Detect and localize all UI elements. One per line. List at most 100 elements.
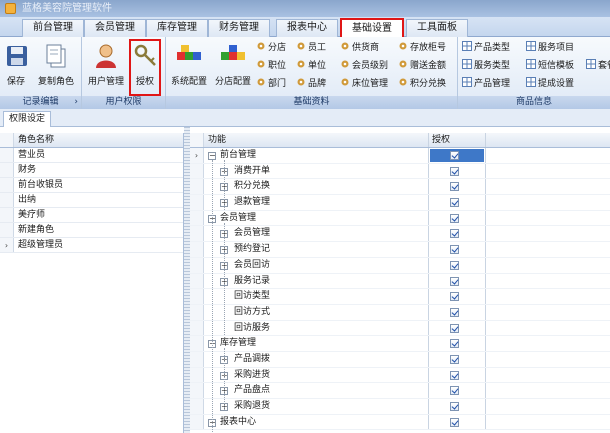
staff-button[interactable]: 员工: [296, 40, 326, 56]
roles-grid: 角色名称 营业员 财务 前台收银员 出纳 美疗师 新建角色 › 超级管理员: [0, 133, 184, 433]
commission-setting-button[interactable]: 提成设置: [526, 76, 574, 92]
grid-icon: [586, 59, 596, 69]
tab-basic-settings[interactable]: 基础设置: [340, 18, 404, 38]
grant-checkbox[interactable]: [450, 417, 459, 427]
grant-checkbox[interactable]: [450, 213, 459, 223]
unit-button[interactable]: 单位: [296, 58, 326, 74]
gear-icon: [399, 42, 407, 50]
grant-checkbox[interactable]: [450, 229, 459, 239]
tree-row[interactable]: 回访类型: [190, 289, 610, 305]
function-column-header[interactable]: 功能: [208, 133, 226, 148]
role-row[interactable]: 美疗师: [0, 208, 183, 223]
app-icon: [5, 3, 16, 14]
department-button[interactable]: 部门: [256, 76, 286, 92]
grant-checkbox[interactable]: [450, 276, 459, 286]
tab-member[interactable]: 会员管理: [84, 19, 146, 37]
role-row[interactable]: 财务: [0, 163, 183, 178]
ribbon-tab-strip: 前台管理 会员管理 库存管理 财务管理 报表中心 基础设置 工具面板: [0, 17, 610, 38]
tree-row[interactable]: › − 前台管理: [190, 148, 610, 164]
group-record-edit: 保存 复制角色 记录编辑 ›: [0, 37, 82, 109]
branch-config-button[interactable]: 分店配置: [212, 39, 254, 93]
tab-finance[interactable]: 财务管理: [208, 19, 270, 37]
grant-checkbox[interactable]: [450, 198, 459, 208]
grant-checkbox[interactable]: [450, 323, 459, 333]
grant-checkbox[interactable]: [450, 386, 459, 396]
tab-inventory[interactable]: 库存管理: [146, 19, 208, 37]
tab-reports[interactable]: 报表中心: [276, 19, 338, 37]
tree-row[interactable]: + 积分兑换: [190, 179, 610, 196]
tree-row[interactable]: + 预约登记: [190, 242, 610, 258]
user-management-button[interactable]: 用户管理: [84, 39, 128, 93]
tab-front-desk[interactable]: 前台管理: [22, 19, 84, 37]
role-row[interactable]: 新建角色: [0, 223, 183, 238]
branch-button[interactable]: 分店: [256, 40, 286, 56]
grant-column-header[interactable]: 授权: [432, 133, 450, 148]
grant-checkbox[interactable]: [450, 339, 459, 349]
role-row-selected[interactable]: › 超级管理员: [0, 238, 183, 253]
copy-role-button[interactable]: 复制角色: [33, 39, 79, 93]
product-type-button[interactable]: 产品类型: [462, 40, 510, 56]
system-config-button[interactable]: 系统配置: [168, 39, 210, 93]
tree-row[interactable]: − 库存管理: [190, 336, 610, 352]
service-type-button[interactable]: 服务类型: [462, 58, 510, 74]
tab-permission-settings[interactable]: 权限设定: [3, 111, 52, 127]
tree-row[interactable]: + 采购进货: [190, 367, 610, 384]
grant-checkbox[interactable]: [450, 292, 459, 302]
storage-cabinet-button[interactable]: 存放柜号: [398, 40, 446, 56]
member-level-button[interactable]: 会员级别: [340, 58, 388, 74]
collapse-icon[interactable]: −: [208, 152, 216, 160]
roles-grid-header: 角色名称: [0, 133, 183, 148]
grid-icon: [526, 77, 536, 87]
role-row[interactable]: 出纳: [0, 193, 183, 208]
save-button[interactable]: 保存: [3, 39, 29, 93]
grant-checkbox[interactable]: [450, 402, 459, 411]
grant-checkbox[interactable]: [450, 166, 459, 176]
gear-icon: [297, 78, 305, 86]
ribbon: 保存 复制角色 记录编辑 › 用户管理 授权 用户权限 系统配置 分店配置 分店…: [0, 37, 610, 109]
gift-amount-button[interactable]: 赠送金额: [398, 58, 446, 74]
tree-row[interactable]: 回访方式: [190, 304, 610, 321]
role-name-column-header[interactable]: 角色名称: [18, 133, 54, 148]
grant-checkbox[interactable]: [450, 370, 459, 380]
service-item-button[interactable]: 服务项目: [526, 40, 574, 56]
grant-checkbox[interactable]: [450, 307, 459, 317]
tree-row[interactable]: + 消费开单: [190, 163, 610, 180]
tree-row[interactable]: + 退款管理: [190, 195, 610, 211]
grant-checkbox[interactable]: [450, 151, 459, 160]
tree-row[interactable]: + 会员回访: [190, 257, 610, 274]
group-basic-data: 系统配置 分店配置 分店 员工 供货商 存放柜号 职位 单位 会员级别 赠送金额…: [166, 37, 458, 109]
tree-row[interactable]: + 产品调拨: [190, 351, 610, 368]
bed-management-button[interactable]: 床位管理: [340, 76, 388, 92]
tree-row[interactable]: + 产品盘点: [190, 383, 610, 399]
brand-button[interactable]: 品牌: [296, 76, 326, 92]
grid-icon: [462, 41, 472, 51]
grid-icon: [462, 77, 472, 87]
role-row[interactable]: 前台收银员: [0, 178, 183, 193]
sms-template-button[interactable]: 短信模板: [526, 58, 574, 74]
tab-tools[interactable]: 工具面板: [406, 19, 468, 37]
grant-checkbox[interactable]: [450, 260, 459, 270]
panel-tab-bar: 权限设定: [0, 109, 610, 127]
role-row[interactable]: 营业员: [0, 148, 183, 163]
tree-row[interactable]: 回访服务: [190, 320, 610, 337]
points-exchange-button[interactable]: 积分兑换: [398, 76, 446, 92]
tree-row[interactable]: + 会员管理: [190, 226, 610, 243]
gear-icon: [341, 42, 349, 50]
tree-row[interactable]: + 服务记录: [190, 273, 610, 290]
permissions-grid-header: 功能 授权: [190, 133, 610, 148]
group-label-record-edit: 记录编辑 ›: [0, 96, 81, 109]
tree-row[interactable]: − 会员管理: [190, 210, 610, 227]
dialog-launcher-icon[interactable]: ›: [74, 96, 78, 109]
tree-row[interactable]: − 报表中心: [190, 414, 610, 431]
package-button[interactable]: 套餐: [586, 58, 610, 74]
grant-checkbox[interactable]: [450, 245, 459, 255]
tree-row[interactable]: + 采购退货: [190, 399, 610, 415]
position-button[interactable]: 职位: [256, 58, 286, 74]
tree-guide-line: [224, 348, 225, 410]
product-management-button[interactable]: 产品管理: [462, 76, 510, 92]
grant-checkbox[interactable]: [450, 354, 459, 364]
supplier-button[interactable]: 供货商: [340, 40, 379, 56]
permissions-tree-grid: 功能 授权 › − 前台管理 + 消费开单 + 积分兑换 + 退款管理 − 会员…: [190, 133, 610, 433]
grant-checkbox[interactable]: [450, 182, 459, 192]
branch-config-label: 分店配置: [214, 77, 251, 87]
